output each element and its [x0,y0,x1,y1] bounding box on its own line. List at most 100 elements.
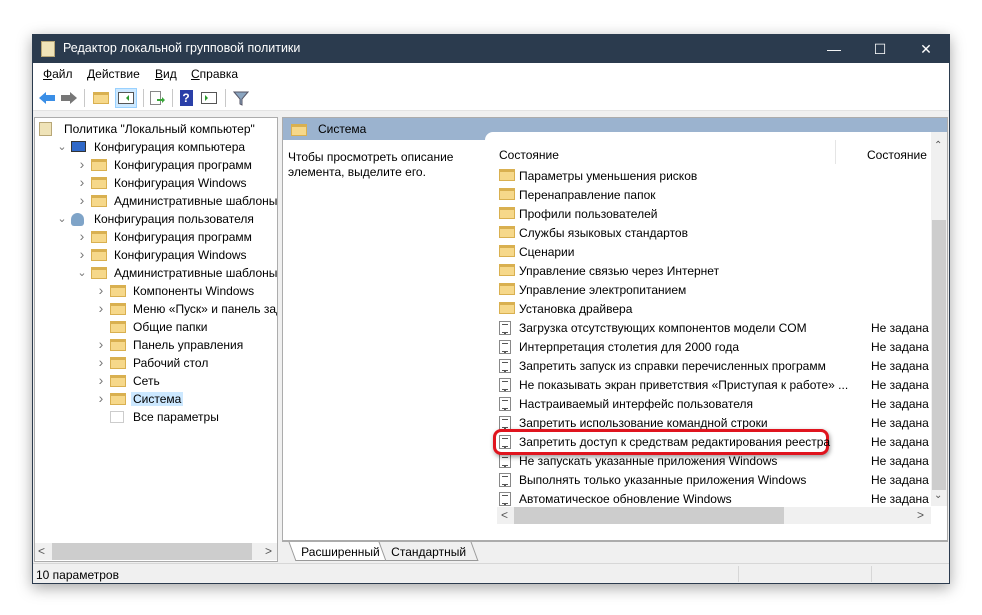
folder-icon [91,195,107,207]
tree-item-label: Политика "Локальный компьютер" [64,122,255,136]
maximize-button[interactable]: ☐ [857,35,903,63]
tree-item[interactable]: › Рабочий стол [35,354,277,372]
chevron-right-icon[interactable]: › [77,228,87,244]
tree-item[interactable]: › Компоненты Windows [35,282,277,300]
tree-item[interactable]: Общие папки [35,318,277,336]
policy-row[interactable]: Запретить запуск из справки перечисленны… [497,357,933,376]
chevron-right-icon[interactable]: › [96,336,106,352]
action-pane-icon[interactable] [199,88,219,108]
tree-item[interactable]: › Административные шаблоны [35,192,277,210]
folder-icon [110,357,126,369]
status-bar: 10 параметров [33,563,949,583]
export-list-icon[interactable] [147,88,167,108]
policy-row[interactable]: Не показывать экран приветствия «Приступ… [497,376,933,395]
tree-item[interactable]: Все параметры [35,408,277,426]
menu-item[interactable]: Файл [43,67,73,81]
folder-row[interactable]: Установка драйвера [497,300,933,319]
toolbar: ? [33,85,949,111]
tree-hscrollbar[interactable]: < > [35,543,277,560]
tree-item[interactable]: › Система [35,390,277,408]
column-header-state[interactable]: Состояние [867,148,927,162]
scroll-left-icon[interactable]: < [38,544,45,558]
row-name: Интерпретация столетия для 2000 года [519,340,739,354]
policy-row[interactable]: Выполнять только указанные приложения Wi… [497,471,933,490]
policy-row[interactable]: Настраиваемый интерфейс пользователя Не з… [497,395,933,414]
folder-row[interactable]: Профили пользователей [497,205,933,224]
chevron-right-icon[interactable]: › [77,174,87,190]
tree-item[interactable]: › Меню «Пуск» и панель задач [35,300,277,318]
tree-item[interactable]: › Панель управления [35,336,277,354]
scroll-thumb[interactable] [932,220,946,490]
tree-item[interactable]: Политика "Локальный компьютер" [35,120,277,138]
tree-item[interactable]: › Конфигурация Windows [35,246,277,264]
tree-item[interactable]: ⌄ Административные шаблоны [35,264,277,282]
menu-item[interactable]: Вид [155,67,177,81]
scroll-thumb[interactable] [52,543,252,560]
chevron-right-icon[interactable]: › [96,372,106,388]
row-name: Настраиваемый интерфейс пользователя [519,397,753,411]
menu-item[interactable]: Действие [87,67,140,81]
chevron-right-icon[interactable]: › [77,246,87,262]
chevron-right-icon[interactable]: › [77,156,87,172]
scroll-left-icon[interactable]: < [501,508,508,522]
chevron-right-icon[interactable]: › [96,390,106,406]
back-icon[interactable] [37,88,57,108]
column-header-name[interactable]: Состояние [499,148,559,162]
toolbar-separator [143,89,144,107]
folder-row[interactable]: Параметры уменьшения рисков [497,167,933,186]
scroll-right-icon[interactable]: > [917,508,924,522]
row-name: Запретить использование командной строки [519,416,768,430]
tree-item[interactable]: ⌄ Конфигурация пользователя [35,210,277,228]
list-view: Состояние Состояние Параметры уменьшения… [485,132,947,540]
list-vscrollbar[interactable]: ⌃ ⌄ [931,132,947,506]
minimize-button[interactable]: — [811,35,857,63]
tab-label: Стандартный [391,545,467,559]
menu-label: айл [52,67,73,81]
filter-icon[interactable] [231,88,251,108]
chevron-down-icon[interactable]: ⌄ [57,212,67,225]
user-icon [71,213,84,226]
help-icon[interactable]: ? [176,88,196,108]
up-folder-icon[interactable] [91,88,111,108]
tree-item[interactable]: › Конфигурация программ [35,228,277,246]
list-hscrollbar[interactable]: < > [497,507,931,524]
chevron-right-icon[interactable]: › [96,282,106,298]
chevron-down-icon[interactable]: ⌄ [77,266,87,279]
row-state: Не задана [871,473,929,487]
folder-row[interactable]: Службы языковых стандартов [497,224,933,243]
tree-item-label: Сеть [133,374,160,388]
chevron-right-icon[interactable]: › [77,192,87,208]
tree-item[interactable]: › Конфигурация программ [35,156,277,174]
close-button[interactable]: ✕ [903,35,949,63]
tree-item[interactable]: ⌄ Конфигурация компьютера [35,138,277,156]
row-state: Не задана [871,492,929,506]
tree-item[interactable]: › Сеть [35,372,277,390]
policy-setting-icon [499,492,511,506]
scroll-right-icon[interactable]: > [265,544,272,558]
menu-label: ействие [95,67,140,81]
folder-row[interactable]: Перенаправление папок [497,186,933,205]
tab-standard[interactable]: Стандартный [378,542,479,561]
row-state: Не задана [871,435,929,449]
row-name: Управление электропитанием [519,283,687,297]
forward-icon[interactable] [59,88,79,108]
chevron-right-icon[interactable]: › [96,354,106,370]
chevron-right-icon[interactable]: › [96,300,106,316]
policy-row[interactable]: Интерпретация столетия для 2000 года Не з… [497,338,933,357]
scroll-thumb[interactable] [514,507,784,524]
menu-item[interactable]: Справка [191,67,238,81]
policy-setting-icon [499,378,511,392]
policy-row[interactable]: Запретить доступ к средствам редактирова… [493,429,933,455]
show-hide-tree-icon[interactable] [115,88,137,108]
tree-item[interactable]: › Конфигурация Windows [35,174,277,192]
folder-row[interactable]: Управление связью через Интернет [497,262,933,281]
scroll-down-icon[interactable]: ⌄ [934,490,942,501]
policy-row[interactable]: Загрузка отсутствующих компонентов модел… [497,319,933,338]
chevron-down-icon[interactable]: ⌄ [57,140,67,153]
scroll-up-icon[interactable]: ⌃ [934,140,942,151]
menu-label: правка [199,67,239,81]
folder-row[interactable]: Сценарии [497,243,933,262]
policy-setting-icon [499,473,511,487]
folder-row[interactable]: Управление электропитанием [497,281,933,300]
tab-extended[interactable]: Расширенный [288,542,393,561]
